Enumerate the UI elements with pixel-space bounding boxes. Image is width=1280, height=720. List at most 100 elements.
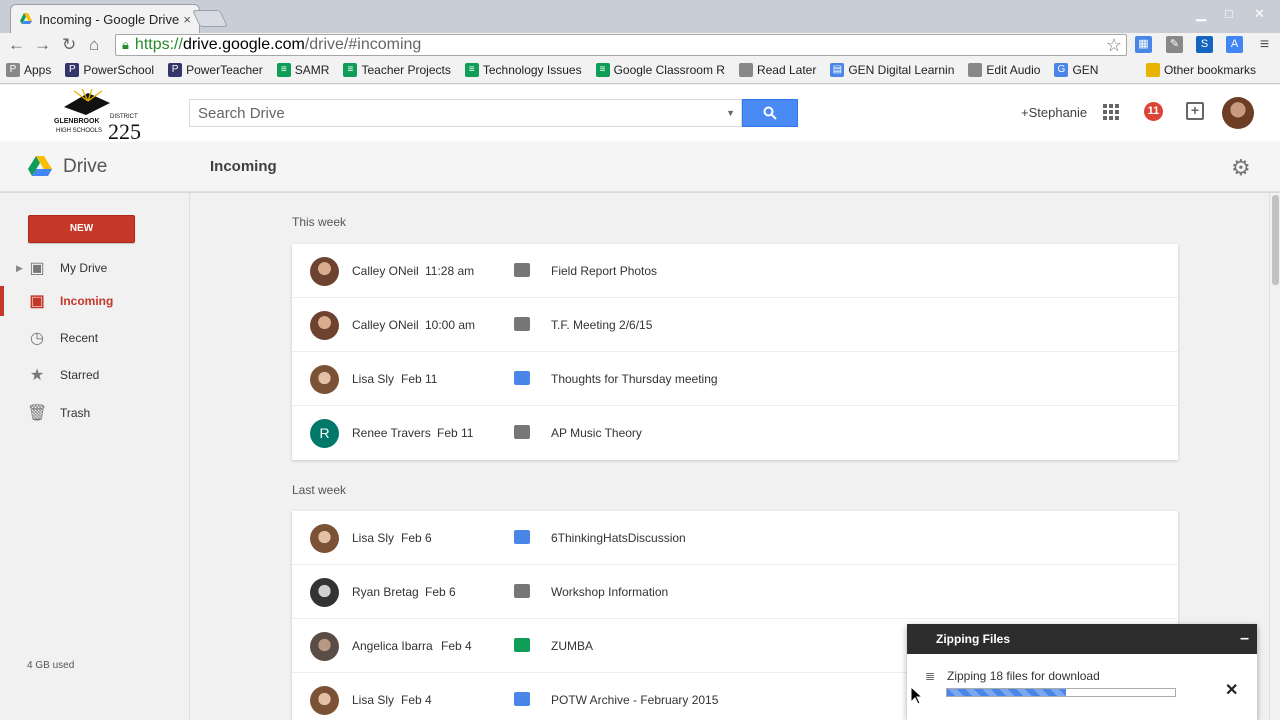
address-bar[interactable]: 🔒︎ https://drive.google.com/drive/#incom… bbox=[115, 34, 1127, 56]
search-input[interactable]: Search Drive ▼ bbox=[189, 99, 742, 127]
forward-arrow-icon[interactable]: → bbox=[34, 35, 51, 55]
close-panel-button[interactable]: ✕ bbox=[1225, 680, 1238, 700]
search-button[interactable] bbox=[742, 99, 798, 127]
zipping-title: Zipping Files bbox=[936, 632, 1010, 646]
sidebar-item-label: Trash bbox=[60, 406, 91, 420]
file-name[interactable]: ZUMBA bbox=[551, 639, 593, 653]
sidebar-item-recent[interactable]: ◷ Recent bbox=[0, 323, 190, 353]
zipping-message: Zipping 18 files for download bbox=[947, 669, 1100, 683]
drive-app-name[interactable]: Drive bbox=[63, 156, 107, 178]
bookmark-label: Teacher Projects bbox=[361, 63, 451, 77]
sidebar-item-starred[interactable]: ★ Starred bbox=[0, 360, 190, 390]
reload-icon[interactable]: ↻ bbox=[62, 35, 76, 55]
file-row[interactable]: Lisa Sly Feb 6 6ThinkingHatsDiscussion bbox=[292, 511, 1178, 565]
bookmark-item[interactable]: ≡ Technology Issues bbox=[464, 63, 582, 77]
lock-icon: 🔒︎ bbox=[122, 37, 129, 52]
file-name[interactable]: 6ThinkingHatsDiscussion bbox=[551, 531, 686, 545]
sharer-avatar[interactable] bbox=[310, 578, 339, 607]
file-name[interactable]: Thoughts for Thursday meeting bbox=[551, 372, 718, 386]
sharer-avatar[interactable] bbox=[310, 524, 339, 553]
bookmark-label: Technology Issues bbox=[482, 63, 582, 77]
minimize-window-icon[interactable]: ▁ bbox=[1196, 6, 1206, 22]
star-icon: ★ bbox=[29, 367, 45, 384]
bookmark-item[interactable]: Edit Audio bbox=[968, 63, 1040, 77]
bookmark-label: Read Later bbox=[756, 63, 817, 77]
sidebar-item-my-drive[interactable]: ▶ ▣ My Drive bbox=[0, 253, 190, 283]
sidebar-item-trash[interactable]: 🗑︎ Trash bbox=[0, 398, 190, 428]
share-plus-icon[interactable]: + bbox=[1186, 102, 1204, 120]
close-window-icon[interactable]: ✕ bbox=[1254, 6, 1265, 22]
bookmark-label: GEN Digital Learnin bbox=[848, 63, 955, 77]
google-doc-icon bbox=[514, 692, 530, 706]
sharer-avatar[interactable] bbox=[310, 686, 339, 715]
scrollbar-thumb[interactable] bbox=[1272, 195, 1279, 285]
sharer-name: Lisa Sly bbox=[352, 372, 395, 386]
sharer-avatar[interactable] bbox=[310, 365, 339, 394]
bookmark-item[interactable]: ≡ Google Classroom R bbox=[595, 63, 725, 77]
notifications-badge[interactable]: 11 bbox=[1144, 102, 1163, 121]
file-name[interactable]: T.F. Meeting 2/6/15 bbox=[551, 318, 652, 332]
file-row[interactable]: R Renee Travers Feb 11 AP Music Theory bbox=[292, 406, 1178, 460]
bookmark-item[interactable]: P PowerSchool bbox=[65, 63, 154, 77]
bookmark-item[interactable]: Read Later bbox=[738, 63, 817, 77]
back-arrow-icon[interactable]: ← bbox=[8, 35, 25, 55]
bookmark-item[interactable]: ≡ Teacher Projects bbox=[343, 63, 451, 77]
storage-quota[interactable]: 4 GB used bbox=[27, 660, 74, 671]
bookmark-icon: G bbox=[1054, 63, 1069, 77]
tools-extension-icon[interactable]: ✎ bbox=[1166, 36, 1183, 53]
file-row[interactable]: Calley ONeil 11:28 am Field Report Photos bbox=[292, 244, 1178, 298]
menu-icon[interactable]: ≡ bbox=[1256, 36, 1273, 53]
file-name[interactable]: Workshop Information bbox=[551, 585, 668, 599]
scrollbar[interactable] bbox=[1269, 193, 1280, 720]
sidebar-item-incoming[interactable]: ▣ Incoming bbox=[0, 286, 190, 316]
bookmark-label: SAMR bbox=[294, 63, 330, 77]
bookmark-icon bbox=[738, 63, 753, 77]
sharer-avatar[interactable] bbox=[310, 257, 339, 286]
sharer-avatar[interactable] bbox=[310, 632, 339, 661]
other-bookmarks-folder[interactable]: Other bookmarks bbox=[1145, 63, 1256, 77]
file-name[interactable]: Field Report Photos bbox=[551, 264, 657, 278]
sharer-name: Calley ONeil bbox=[352, 264, 419, 278]
sidebar-item-label: My Drive bbox=[60, 261, 108, 275]
bookmark-item[interactable]: ≡ SAMR bbox=[276, 63, 330, 77]
account-avatar[interactable] bbox=[1222, 97, 1254, 129]
drive-logo-icon bbox=[28, 156, 52, 176]
new-button[interactable]: NEW bbox=[28, 215, 135, 243]
apps-grid-icon[interactable] bbox=[1103, 104, 1119, 120]
shared-time: Feb 4 bbox=[401, 693, 432, 707]
google-doc-icon bbox=[514, 530, 530, 544]
bookmark-item[interactable]: P Apps bbox=[6, 63, 51, 77]
google-sheet-icon bbox=[514, 638, 530, 652]
bookmark-label: Other bookmarks bbox=[1163, 63, 1256, 77]
bookmark-item[interactable]: ▤ GEN Digital Learnin bbox=[830, 63, 954, 77]
s-extension-icon[interactable]: S bbox=[1196, 36, 1213, 53]
bookmark-item[interactable]: P PowerTeacher bbox=[168, 63, 263, 77]
file-name[interactable]: POTW Archive - February 2015 bbox=[551, 693, 718, 707]
file-list-card: Calley ONeil 11:28 am Field Report Photos C… bbox=[292, 244, 1178, 460]
home-icon[interactable]: ⌂ bbox=[89, 35, 99, 55]
bookmark-label: Google Classroom R bbox=[613, 63, 725, 77]
translate-extension-icon[interactable]: A bbox=[1226, 36, 1243, 53]
search-options-caret-icon[interactable]: ▼ bbox=[726, 108, 735, 118]
tab-close-button[interactable]: × bbox=[183, 12, 191, 27]
sharer-avatar[interactable]: R bbox=[310, 419, 339, 448]
shared-folder-icon bbox=[514, 317, 530, 331]
sharer-avatar[interactable] bbox=[310, 311, 339, 340]
minimize-panel-button[interactable]: – bbox=[1240, 624, 1249, 654]
tab-title: Incoming - Google Drive bbox=[39, 11, 180, 27]
file-name[interactable]: AP Music Theory bbox=[551, 426, 642, 440]
bookmark-item[interactable]: G GEN bbox=[1054, 63, 1098, 77]
expand-arrow-icon[interactable]: ▶ bbox=[16, 263, 23, 274]
shared-time: Feb 6 bbox=[401, 531, 432, 545]
maximize-window-icon[interactable]: □ bbox=[1225, 6, 1233, 21]
file-row[interactable]: Lisa Sly Feb 11 Thoughts for Thursday meet… bbox=[292, 352, 1178, 406]
bookmark-star-icon[interactable]: ☆ bbox=[1106, 35, 1122, 56]
bookmark-icon: ≡ bbox=[276, 63, 291, 77]
file-row[interactable]: Calley ONeil 10:00 am T.F. Meeting 2/6/15 bbox=[292, 298, 1178, 352]
gear-icon[interactable]: ⚙ bbox=[1231, 155, 1251, 181]
user-plus-link[interactable]: +Stephanie bbox=[1021, 105, 1087, 120]
file-row[interactable]: Ryan Bretag Feb 6 Workshop Information bbox=[292, 565, 1178, 619]
calendar-extension-icon[interactable]: ▦ bbox=[1135, 36, 1152, 53]
shared-time: Feb 11 bbox=[401, 372, 438, 386]
browser-tab[interactable]: Incoming - Google Drive × bbox=[10, 4, 200, 33]
